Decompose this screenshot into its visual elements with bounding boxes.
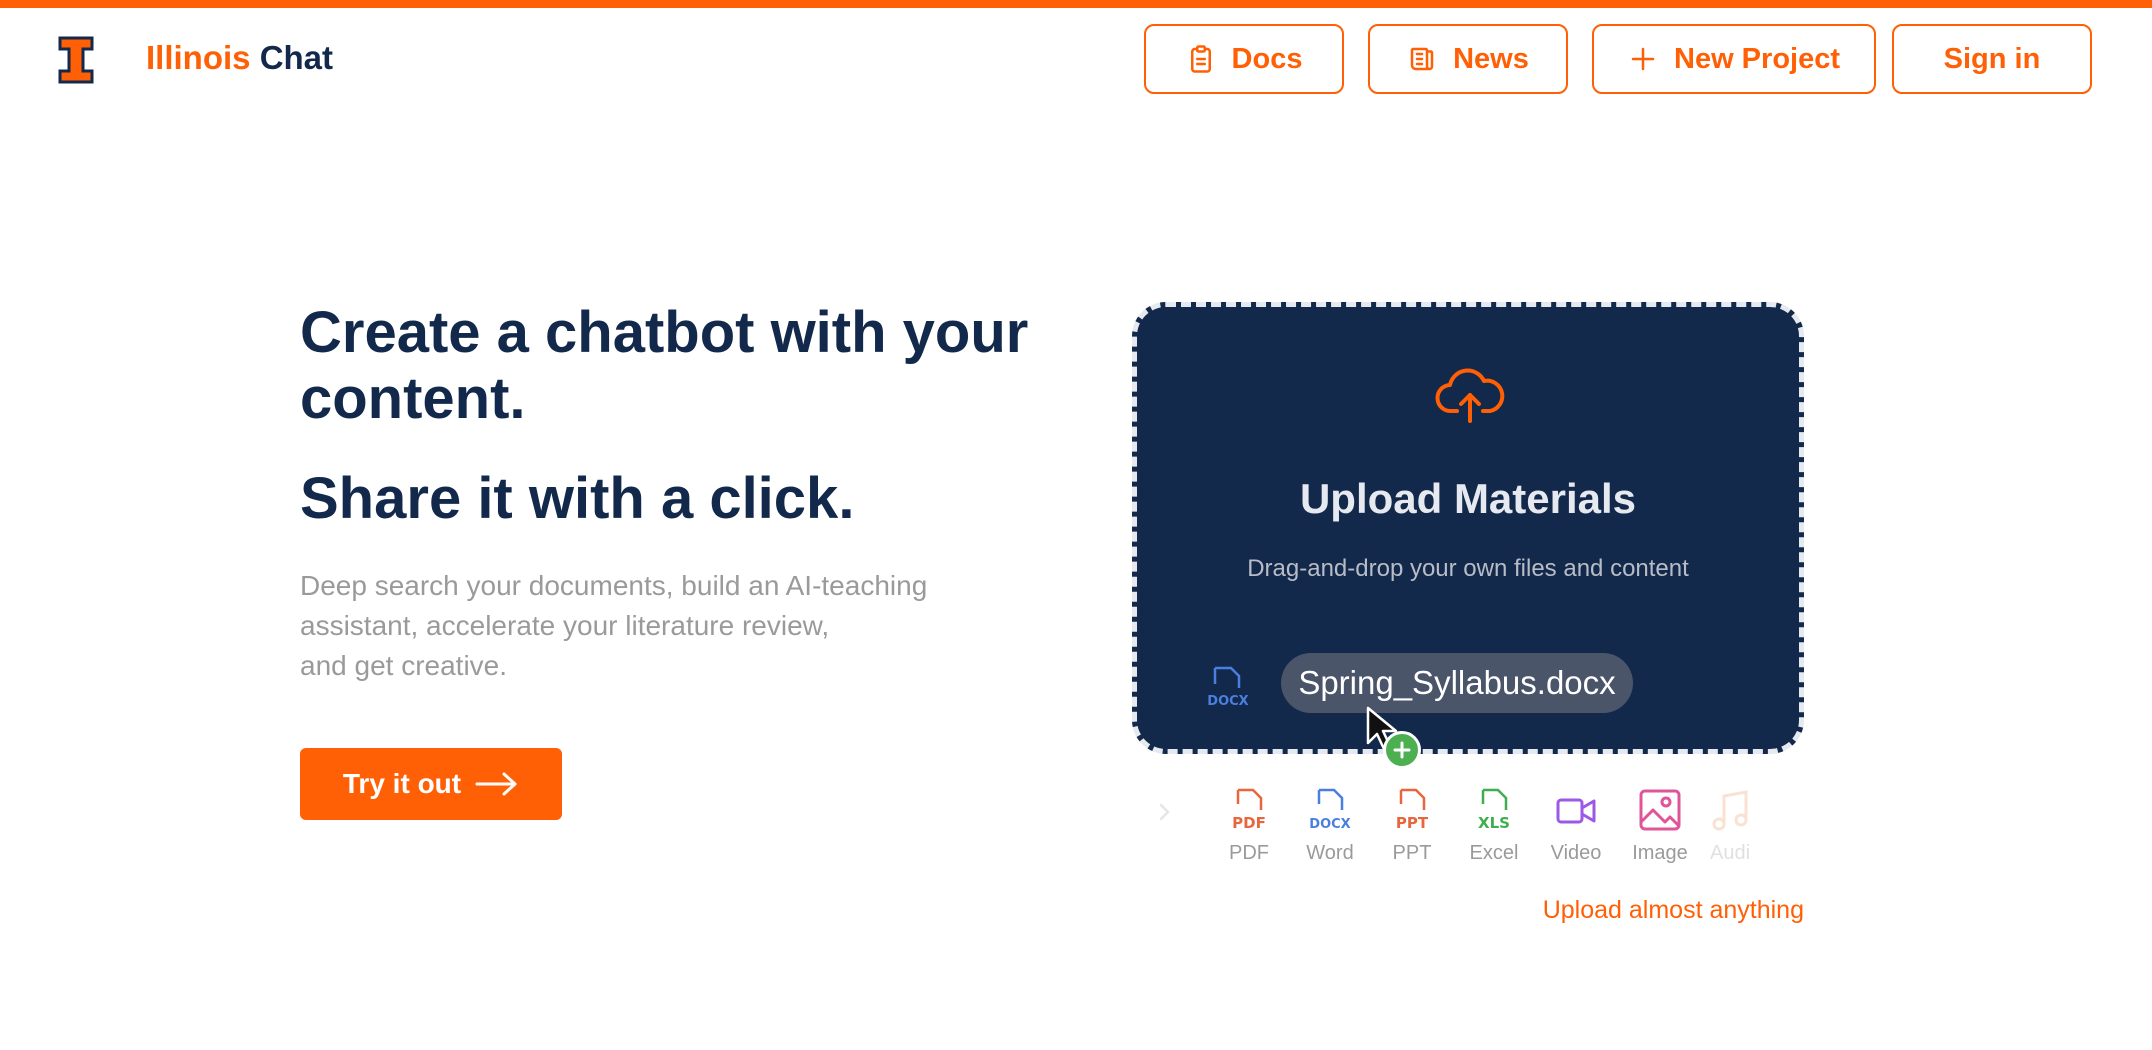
file-type-label: Image [1632,842,1688,864]
file-type-label: PPT [1392,842,1432,864]
hero-description-line: Deep search your documents, build an AI-… [300,570,928,601]
plus-icon [1393,741,1411,759]
docx-file-icon-text: DOCX [1207,694,1248,709]
image-icon [1639,789,1681,831]
plus-icon [1631,47,1655,71]
file-type-label: PDF [1229,842,1269,864]
pdf-file-tag: PDF [1232,814,1266,832]
docx-file-icon: DOCX [1309,788,1351,832]
file-type-word: DOCX Word [1290,788,1370,865]
file-type-ppt: PPT PPT [1372,788,1452,865]
hero-description-line: assistant, accelerate your literature re… [300,610,830,641]
chevron-right-icon [1159,803,1170,821]
drop-add-badge [1383,731,1421,769]
file-type-label: Word [1306,842,1354,864]
file-type-label: Video [1550,842,1602,864]
xls-file-icon: XLS [1478,788,1510,832]
file-type-pdf: PDF PDF [1209,788,1289,865]
brand-name[interactable]: Illinois Chat [146,36,333,80]
news-button[interactable]: News [1368,24,1568,94]
illinois-block-i-icon[interactable] [58,36,94,84]
hero-description-line: and get creative. [300,650,508,681]
upload-title: Upload Materials [1299,475,1637,522]
upload-subtitle: Drag-and-drop your own files and content [1247,555,1689,582]
hero-title: Create a chatbot with your content. [300,300,1029,431]
video-camera-icon [1556,798,1596,824]
xls-file-tag: XLS [1478,814,1510,832]
docx-file-icon: DOCX [1207,666,1249,709]
news-button-label: News [1453,42,1529,75]
new-project-button[interactable]: New Project [1592,24,1876,94]
sign-in-button[interactable]: Sign in [1892,24,2092,94]
docx-file-tag: DOCX [1309,817,1350,832]
try-it-out-label: Try it out [342,768,462,799]
ppt-file-tag: PPT [1396,814,1429,832]
dragged-file-pill: Spring_Syllabus.docx [1281,653,1633,713]
top-accent-bar [0,0,2152,8]
sign-in-button-label: Sign in [1943,42,2041,75]
docs-button-label: Docs [1231,42,1303,75]
newspaper-icon [1410,47,1434,71]
new-project-button-label: New Project [1674,42,1840,75]
file-type-excel: XLS Excel [1454,788,1534,865]
upload-caption: Upload almost anything [1542,896,1804,924]
ppt-file-icon: PPT [1396,788,1429,832]
file-type-video: Video [1536,788,1616,865]
file-type-label: Excel [1469,842,1519,864]
docs-button[interactable]: Docs [1144,24,1344,94]
file-type-image: Image [1620,788,1700,865]
try-it-out-button[interactable]: Try it out [300,748,562,820]
file-type-audio: Audi [1700,788,1760,865]
hero-description: Deep search your documents, build an AI-… [300,566,1060,686]
file-type-label: Audi [1709,842,1751,864]
pdf-file-icon: PDF [1232,788,1266,832]
brand-name-illinois: Illinois [146,39,251,76]
clipboard-icon [1190,45,1211,73]
hero-subtitle: Share it with a click. [300,466,855,531]
arrow-right-icon [475,772,517,796]
music-note-icon [1712,790,1748,831]
cloud-upload-icon [1435,368,1505,423]
upload-dropzone[interactable]: Upload Materials Drag-and-drop your own … [1132,302,1804,769]
brand-name-chat: Chat [259,39,334,76]
file-type-strip: PDF PDF DOCX Word PPT PPT XLS Excel Vide… [1150,788,1780,878]
